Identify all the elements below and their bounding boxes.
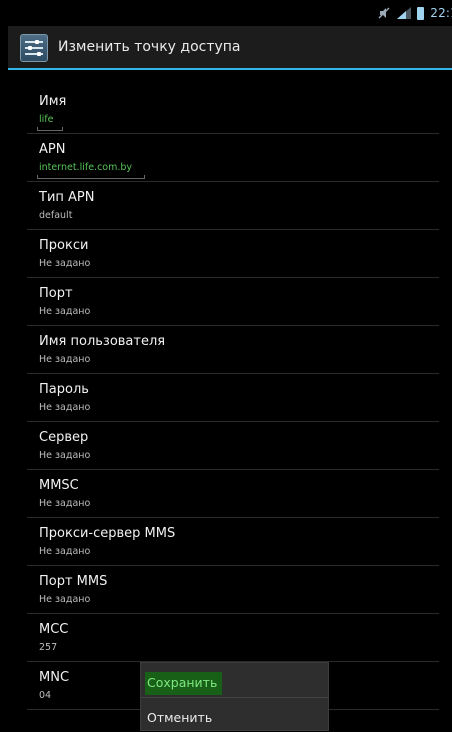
item-title: Пароль	[39, 382, 89, 397]
list-item-mms-port[interactable]: Порт MMS Не задано	[27, 566, 439, 614]
list-item-proxy[interactable]: Прокси Не задано	[27, 230, 439, 278]
save-menu-item[interactable]: Сохранить	[141, 663, 328, 698]
action-bar: Изменить точку доступа	[8, 26, 452, 70]
mute-icon	[378, 7, 390, 19]
status-icons: 22:1	[377, 5, 452, 21]
item-summary: Не задано	[39, 306, 91, 317]
item-title: MNC	[39, 670, 70, 685]
list-item-apn-type[interactable]: Тип APN default	[27, 182, 439, 230]
signal-icon	[397, 7, 412, 19]
item-title: Прокси-сервер MMS	[39, 526, 176, 541]
apn-settings-list: Имя life APN internet.life.com.by Тип AP…	[27, 86, 439, 710]
clock: 22:1	[430, 6, 452, 20]
list-item-apn[interactable]: APN internet.life.com.by	[27, 134, 439, 182]
item-summary: default	[39, 210, 73, 221]
item-title: MMSC	[39, 478, 79, 493]
item-summary: Не задано	[39, 450, 91, 461]
list-item-mcc[interactable]: MCC 257	[27, 614, 439, 662]
item-summary: Не задано	[39, 354, 91, 365]
item-summary: Не задано	[39, 258, 91, 269]
item-title: Имя	[39, 94, 67, 109]
item-summary: Не задано	[39, 546, 91, 557]
cancel-label: Отменить	[147, 710, 213, 725]
settings-sliders-icon[interactable]	[20, 34, 48, 62]
item-summary: 257	[39, 642, 58, 653]
list-item-server[interactable]: Сервер Не задано	[27, 422, 439, 470]
item-summary: internet.life.com.by	[39, 162, 133, 173]
options-popup-menu: Сохранить Отменить	[140, 662, 329, 731]
item-summary: Не задано	[39, 594, 91, 605]
list-item-password[interactable]: Пароль Не задано	[27, 374, 439, 422]
list-item-port[interactable]: Порт Не задано	[27, 278, 439, 326]
item-title: APN	[39, 142, 66, 157]
item-title: Сервер	[39, 430, 89, 445]
item-title: Имя пользователя	[39, 334, 166, 349]
page-title: Изменить точку доступа	[58, 39, 241, 55]
list-item-username[interactable]: Имя пользователя Не задано	[27, 326, 439, 374]
item-summary: life	[39, 114, 54, 125]
list-item-name[interactable]: Имя life	[27, 86, 439, 134]
item-summary: 04	[39, 690, 52, 701]
status-bar: 22:1	[0, 0, 452, 24]
item-title: MCC	[39, 622, 69, 637]
screen: 22:1 Изменить точку доступа Имя life APN…	[0, 0, 452, 731]
save-label: Сохранить	[147, 675, 218, 690]
item-summary: Не задано	[39, 402, 91, 413]
item-title: Тип APN	[39, 190, 95, 205]
list-item-mmsc[interactable]: MMSC Не задано	[27, 470, 439, 518]
item-title: Порт	[39, 286, 73, 301]
cancel-menu-item[interactable]: Отменить	[141, 698, 328, 732]
text-field-underline	[37, 127, 63, 131]
list-item-mms-proxy[interactable]: Прокси-сервер MMS Не задано	[27, 518, 439, 566]
item-title: Порт MMS	[39, 574, 108, 589]
item-summary: Не задано	[39, 498, 91, 509]
text-field-underline	[37, 175, 145, 179]
battery-icon	[417, 6, 425, 20]
item-title: Прокси	[39, 238, 89, 253]
